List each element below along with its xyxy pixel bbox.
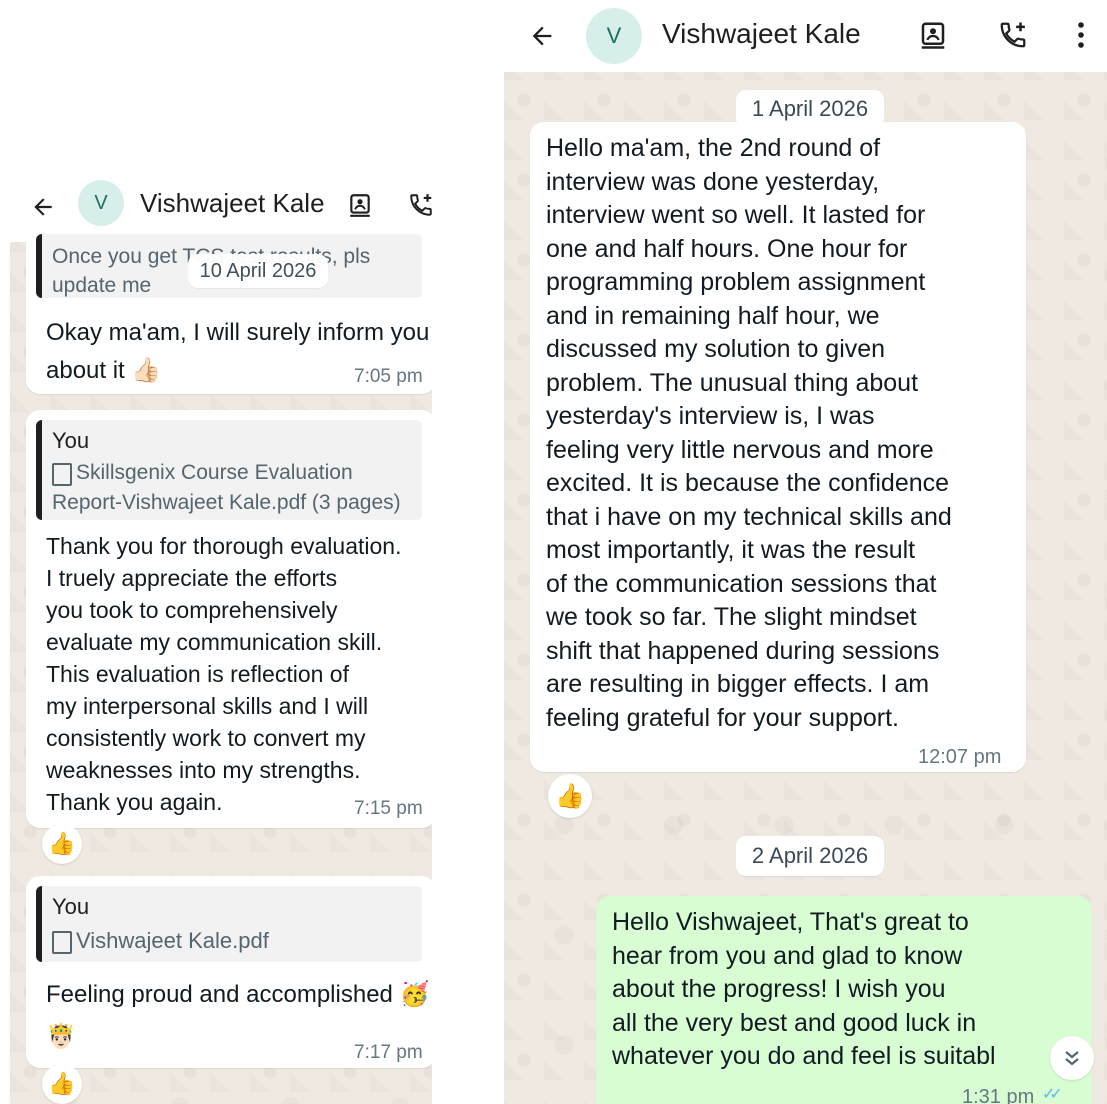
quoted-sender: You xyxy=(52,894,90,919)
message-time: 7:17 pm xyxy=(354,1042,423,1063)
message-bubble-incoming[interactable]: You Skillsgenix Course Evaluation Report… xyxy=(26,410,432,828)
quoted-document-name: Skillsgenix Course Evaluation Report-Vis… xyxy=(52,461,401,514)
message-reaction[interactable]: 👍 xyxy=(42,824,82,864)
quoted-document[interactable]: You Skillsgenix Course Evaluation Report… xyxy=(36,420,422,520)
message-text: Hello ma'am, the 2nd round of interview … xyxy=(546,134,952,732)
contact-card-icon[interactable] xyxy=(343,188,377,222)
document-icon xyxy=(52,931,72,954)
message-time: 12:07 pm xyxy=(918,746,1002,768)
date-chip: 2 April 2026 xyxy=(736,836,884,876)
date-chip: 10 April 2026 xyxy=(188,254,328,288)
quoted-document-name: Vishwajeet Kale.pdf xyxy=(76,928,269,953)
more-options-icon[interactable] xyxy=(1062,16,1100,54)
add-call-icon[interactable] xyxy=(994,16,1032,54)
message-reaction[interactable]: 👍 xyxy=(548,774,592,818)
avatar-letter: V xyxy=(606,23,622,48)
message-time: 1:31 pm xyxy=(962,1086,1035,1104)
message-text: Hello Vishwajeet, That's great to hear f… xyxy=(612,908,996,1070)
contact-name[interactable]: Vishwajeet Kale xyxy=(662,18,861,50)
contact-avatar[interactable]: V xyxy=(78,180,124,226)
left-chat-header: V Vishwajeet Kale xyxy=(10,172,432,242)
message-time: 7:05 pm xyxy=(354,366,423,387)
back-arrow-icon[interactable] xyxy=(26,190,60,224)
quoted-document[interactable]: You Vishwajeet Kale.pdf xyxy=(36,886,422,962)
message-text: Thank you for thorough evaluation. I tru… xyxy=(46,533,402,815)
quoted-sender: You xyxy=(52,428,90,453)
avatar-letter: V xyxy=(94,191,108,214)
message-bubble-incoming[interactable]: You Vishwajeet Kale.pdf Feeling proud an… xyxy=(26,876,432,1068)
scroll-to-bottom-button[interactable] xyxy=(1050,1036,1094,1080)
contact-avatar[interactable]: V xyxy=(586,8,642,64)
contact-card-icon[interactable] xyxy=(914,16,952,54)
right-chat-panel: V Vishwajeet Kale 1 April 2026 Hello ma'… xyxy=(504,0,1107,1104)
right-chat-header: V Vishwajeet Kale xyxy=(504,0,1107,72)
contact-name[interactable]: Vishwajeet Kale xyxy=(140,188,325,219)
message-bubble-outgoing[interactable]: Hello Vishwajeet, That's great to hear f… xyxy=(596,896,1092,1104)
left-chat-panel: V Vishwajeet Kale Once you get TCS test … xyxy=(10,172,432,1104)
double-chevron-down-icon xyxy=(1065,1051,1079,1066)
message-reaction[interactable]: 👍 xyxy=(42,1064,82,1104)
message-bubble-incoming[interactable]: Hello ma'am, the 2nd round of interview … xyxy=(530,122,1026,772)
message-time: 7:15 pm xyxy=(354,798,423,819)
add-call-icon[interactable] xyxy=(404,188,432,222)
read-receipt-icon: ✓✓ xyxy=(1042,1086,1063,1103)
back-arrow-icon[interactable] xyxy=(524,18,560,54)
